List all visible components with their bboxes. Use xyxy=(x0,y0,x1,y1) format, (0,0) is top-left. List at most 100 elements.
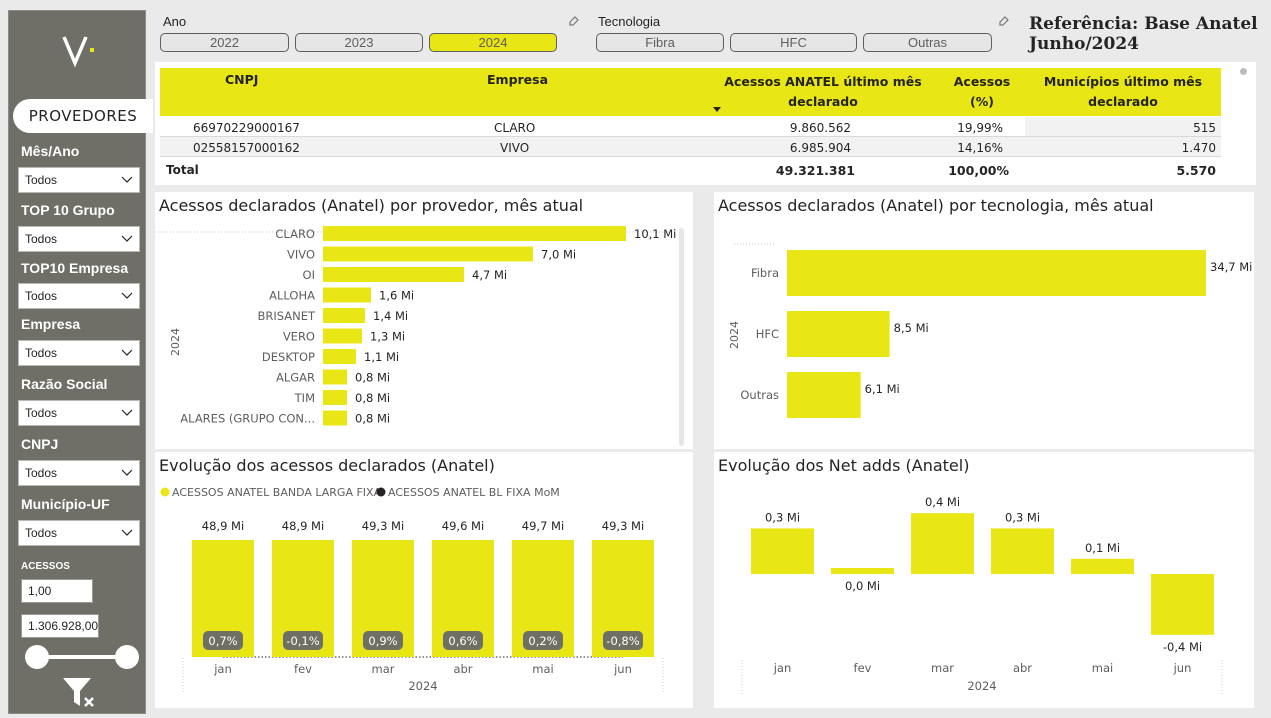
chart-category-label: mai xyxy=(1092,661,1113,675)
header-empresa[interactable]: Empresa xyxy=(487,72,548,87)
slider-track xyxy=(35,655,129,659)
tech-chart-card: Acessos declarados (Anatel) por tecnolog… xyxy=(714,192,1254,449)
filter-mes-ano-dropdown[interactable]: Todos xyxy=(18,167,140,193)
chart-category-label: Outras xyxy=(740,388,779,402)
header-pct-line2: (%) xyxy=(970,94,994,109)
chart-data-label: 49,7 Mi xyxy=(522,519,564,533)
evolution-bar-chart: ACESSOS ANATEL BANDA LARGA FIXA ACESSOS A… xyxy=(160,486,664,694)
chart-bar xyxy=(1151,574,1214,635)
chart-data-label: 0,3 Mi xyxy=(1005,510,1040,524)
chart-category-label: abr xyxy=(1013,661,1032,675)
ano-option-2022[interactable]: 2022 xyxy=(160,33,289,52)
table-cell-pct: 14,16% xyxy=(957,141,1003,155)
chevron-down-icon xyxy=(121,349,133,356)
chart-data-label: 0,8 Mi xyxy=(355,391,390,405)
netadds-chart-card: Evolução dos Net adds (Anatel) 0,3 Mi jan… xyxy=(714,452,1254,708)
sort-desc-icon[interactable] xyxy=(712,106,722,114)
tecnologia-option-fibra[interactable]: Fibra xyxy=(596,33,724,52)
chart-bar xyxy=(323,267,464,282)
tecnologia-option-hfc[interactable]: HFC xyxy=(730,33,857,52)
sidebar: PROVEDORES Mês/Ano Todos TOP 10 Grupo To… xyxy=(8,10,153,714)
chart-bar xyxy=(751,528,814,574)
chart-data-label: 49,3 Mi xyxy=(362,519,404,533)
filter-top10-empresa-dropdown[interactable]: Todos xyxy=(18,283,140,309)
filter-empresa-dropdown[interactable]: Todos xyxy=(18,340,140,366)
chart-data-label: 4,7 Mi xyxy=(472,268,507,282)
chart-data-label: 0,3 Mi xyxy=(765,510,800,524)
chart-data-label: 1,1 Mi xyxy=(364,350,399,364)
table-cell-empresa: VIVO xyxy=(500,141,530,155)
eraser-icon[interactable] xyxy=(568,14,580,26)
clear-filters-icon[interactable] xyxy=(61,676,97,708)
chart-bar xyxy=(323,287,371,303)
chart-data-label: 48,9 Mi xyxy=(282,519,324,533)
chevron-down-icon xyxy=(121,176,133,183)
provider-bar-chart: 2024 CLARO 10,1 Mi VIVO 7,0 Mi OI 4,7 Mi ALLOHA… xyxy=(155,226,676,426)
dropdown-value: Todos xyxy=(25,466,58,480)
chart-data-label: 7,0 Mi xyxy=(541,248,576,262)
legend-label: ACESSOS ANATEL BANDA LARGA FIXA xyxy=(172,486,382,499)
slider-min-handle[interactable] xyxy=(25,645,49,669)
table-cell-municipios: 1.470 xyxy=(1181,141,1216,155)
table-cell-empresa: CLARO xyxy=(494,121,536,135)
filter-cnpj-dropdown[interactable]: Todos xyxy=(18,460,140,486)
chart-category-label: OI xyxy=(303,268,315,282)
table-scrollbar-thumb[interactable] xyxy=(1240,68,1247,75)
ano-option-2023[interactable]: 2023 xyxy=(295,33,423,52)
ano-option-2024[interactable]: 2024 xyxy=(429,33,557,52)
slicer-ano-title: Ano xyxy=(163,14,187,29)
tab-provedores[interactable]: PROVEDORES xyxy=(13,99,153,133)
chart-data-label: 0,0 Mi xyxy=(845,579,880,593)
row-divider xyxy=(160,136,1221,137)
chevron-down-icon xyxy=(121,235,133,242)
chart-data-label: 0,8 Mi xyxy=(355,371,390,385)
filter-municipio-uf-dropdown[interactable]: Todos xyxy=(18,520,140,546)
table-cell-acessos: 6.985.904 xyxy=(789,141,851,155)
chevron-down-icon xyxy=(121,529,133,536)
header-municipios[interactable]: Municípios último mês declarado xyxy=(1025,72,1221,112)
header-cnpj[interactable]: CNPJ xyxy=(225,72,258,87)
slider-max-handle[interactable] xyxy=(115,645,139,669)
acessos-max-input[interactable]: 1.306.928,00 xyxy=(21,614,99,638)
chart-data-label: 0,1 Mi xyxy=(1085,541,1120,555)
tecnologia-option-outras[interactable]: Outras xyxy=(863,33,992,52)
chart-data-label: 1,6 Mi xyxy=(379,289,414,303)
netadds-chart-title: Evolução dos Net adds (Anatel) xyxy=(718,456,970,475)
header-acessos-anatel[interactable]: Acessos ANATEL último mês declarado xyxy=(707,72,939,112)
chart-bar xyxy=(323,308,365,323)
filter-razao-social-dropdown[interactable]: Todos xyxy=(18,400,140,426)
chart-bar xyxy=(787,311,890,357)
chart-data-label: 8,5 Mi xyxy=(894,321,929,335)
eraser-icon[interactable] xyxy=(998,14,1010,26)
acessos-min-input[interactable]: 1,00 xyxy=(21,579,93,603)
chart-data-label: 6,1 Mi xyxy=(865,382,900,396)
chart-bar xyxy=(323,226,626,241)
table-total-pct: 100,00% xyxy=(948,163,1009,178)
chart-data-label: 48,9 Mi xyxy=(202,519,244,533)
acessos-range-slider[interactable] xyxy=(21,641,143,673)
dropdown-value: Todos xyxy=(25,232,58,246)
header-mun-line1: Municípios último mês xyxy=(1043,74,1203,89)
dropdown-value: Todos xyxy=(25,289,58,303)
evolution-chart-card: Evolução dos acessos declarados (Anatel)… xyxy=(155,452,693,708)
table-total-acessos: 49.321.381 xyxy=(775,163,855,178)
mom-label: 0,9% xyxy=(368,634,397,648)
chart-category-label: CLARO xyxy=(275,227,315,241)
chart-category-label: mar xyxy=(931,661,954,675)
provider-chart-scrollbar[interactable] xyxy=(679,228,684,446)
filter-label-top10-grupo: TOP 10 Grupo xyxy=(21,202,115,218)
chart-category-label: HFC xyxy=(756,327,779,341)
header-pct-line1: Acessos xyxy=(953,74,1011,89)
chart-bar xyxy=(991,528,1054,574)
logo-icon xyxy=(62,36,94,68)
header-acessos-pct[interactable]: Acessos (%) xyxy=(939,72,1025,112)
reference-line-2: Junho/2024 xyxy=(1029,34,1139,54)
chart-bar xyxy=(323,410,347,426)
chart-bar xyxy=(1071,558,1134,574)
chart-group-label: 2024 xyxy=(728,321,741,349)
slicer-tecnologia-title: Tecnologia xyxy=(598,14,661,29)
filter-top10-grupo-dropdown[interactable]: Todos xyxy=(18,226,140,252)
chart-axis-title: 2024 xyxy=(967,679,996,693)
table-total-label: Total xyxy=(166,163,199,177)
header-acessos-line2: declarado xyxy=(788,94,858,109)
